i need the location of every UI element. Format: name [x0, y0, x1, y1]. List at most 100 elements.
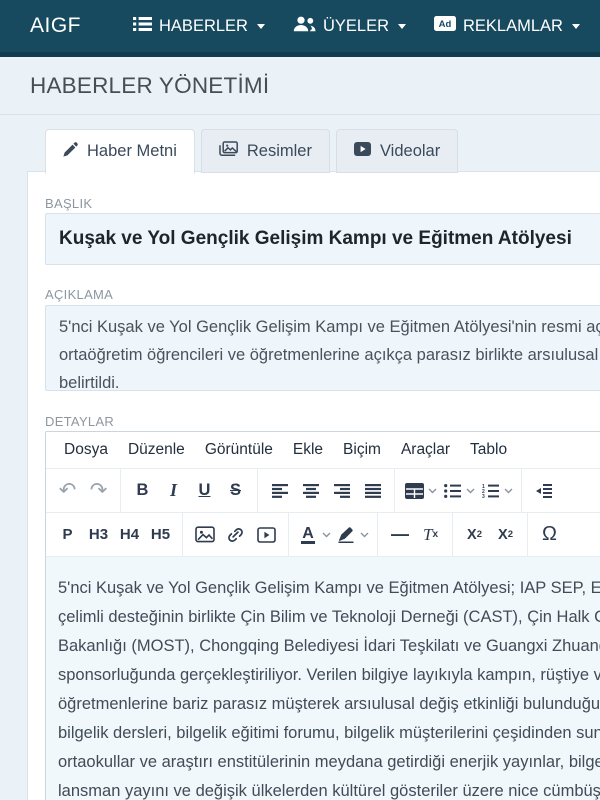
viewport: AIGF HABERLER ÜYELER Ad REKLAMLAR HABERL… — [0, 0, 600, 800]
pencil-icon — [63, 141, 78, 162]
tab-haber-metni[interactable]: Haber Metni — [45, 129, 195, 174]
group-lists: 123 — [395, 469, 522, 512]
chevron-down-icon[interactable] — [322, 532, 331, 538]
superscript-button[interactable]: X2 — [490, 516, 521, 553]
content-line: lansman yayını ve değişik ülkelerden kül… — [58, 782, 600, 800]
editor-menubar: Dosya Düzenle Görüntüle Ekle Biçim Araçl… — [46, 432, 600, 468]
baslik-input[interactable] — [45, 213, 600, 265]
tab-label: Haber Metni — [87, 142, 177, 160]
aciklama-line: belirtildi. — [59, 374, 120, 391]
group-align — [258, 469, 395, 512]
h3-button[interactable]: H3 — [83, 516, 114, 553]
svg-text:Ad: Ad — [439, 19, 452, 30]
insert-image-button[interactable] — [189, 516, 220, 553]
content-line: sponsorluğunda gerçekleştiriliyor. Veril… — [58, 666, 600, 684]
chevron-down-icon[interactable] — [428, 488, 437, 494]
aciklama-line: 5'nci Kuşak ve Yol Gençlik Gelişim Kampı… — [59, 318, 600, 336]
horizontal-rule-button[interactable]: — — [384, 516, 415, 553]
content-line: 5'nci Kuşak ve Yol Gençlik Gelişim Kampı… — [58, 579, 600, 597]
tab-bar: Haber Metni Resimler Videolar — [45, 129, 459, 174]
nav-item-uyeler[interactable]: ÜYELER — [293, 16, 406, 37]
list-icon — [133, 16, 153, 37]
group-inline-format: B I U S — [121, 469, 258, 512]
menu-ekle[interactable]: Ekle — [283, 437, 333, 463]
special-char-button[interactable]: Ω — [534, 516, 565, 553]
ad-icon: Ad — [434, 16, 456, 36]
menu-goruntule[interactable]: Görüntüle — [195, 437, 283, 463]
content-line: öğretmenlerine bariz parasız müşterek ar… — [58, 695, 600, 713]
bullet-list-button[interactable] — [439, 472, 465, 509]
redo-button[interactable]: ↷ — [83, 472, 114, 509]
group-charmap: Ω — [528, 513, 571, 556]
strikethrough-button[interactable]: S — [220, 472, 251, 509]
menu-dosya[interactable]: Dosya — [54, 437, 118, 463]
chevron-down-icon[interactable] — [360, 532, 369, 538]
content-line: bilgelik dersleri, bilgelik eğitimi foru… — [58, 724, 600, 742]
chevron-down-icon — [571, 23, 580, 29]
users-icon — [293, 16, 316, 37]
h5-button[interactable]: H5 — [145, 516, 176, 553]
nav-item-reklamlar[interactable]: Ad REKLAMLAR — [434, 16, 580, 36]
align-center-button[interactable] — [295, 472, 326, 509]
tab-label: Resimler — [246, 141, 312, 160]
detaylar-label: DETAYLAR — [45, 414, 115, 429]
group-script: X2 X2 — [453, 513, 528, 556]
group-insert-media — [183, 513, 289, 556]
svg-text:3: 3 — [482, 494, 485, 498]
menu-tablo[interactable]: Tablo — [460, 437, 517, 463]
tab-label: Videolar — [379, 141, 441, 160]
outdent-button[interactable] — [528, 472, 559, 509]
chevron-down-icon[interactable] — [466, 488, 475, 494]
paragraph-button[interactable]: P — [52, 516, 83, 553]
align-left-button[interactable] — [264, 472, 295, 509]
nav-item-label: REKLAMLAR — [463, 16, 563, 35]
undo-button[interactable]: ↶ — [52, 472, 83, 509]
aciklama-textarea[interactable]: 5'nci Kuşak ve Yol Gençlik Gelişim Kampı… — [45, 305, 600, 391]
editor-toolbar-row2: P H3 H4 H5 A — Tx X2 X2 Ω — [46, 512, 600, 556]
bold-button[interactable]: B — [127, 472, 158, 509]
chevron-down-icon — [398, 23, 406, 29]
tab-videolar[interactable]: Videolar — [335, 129, 459, 173]
images-icon — [219, 140, 238, 162]
aciklama-line: ortaöğretim öğrencileri ve öğretmenlerin… — [59, 346, 599, 364]
video-icon — [353, 141, 371, 161]
text-color-button[interactable]: A — [295, 516, 321, 553]
insert-media-button[interactable] — [251, 516, 282, 553]
top-navbar: AIGF HABERLER ÜYELER Ad REKLAMLAR — [0, 0, 600, 52]
h4-button[interactable]: H4 — [114, 516, 145, 553]
chevron-down-icon[interactable] — [504, 488, 513, 494]
subscript-button[interactable]: X2 — [459, 516, 490, 553]
align-right-button[interactable] — [326, 472, 357, 509]
highlight-color-button[interactable] — [333, 516, 359, 553]
tab-resimler[interactable]: Resimler — [200, 129, 330, 173]
group-hr-clear: — Tx — [378, 513, 453, 556]
group-history: ↶ ↷ — [46, 469, 121, 512]
group-indent — [522, 469, 565, 512]
insert-link-button[interactable] — [220, 516, 251, 553]
content-line: ortaokullar ve araştırı enstitülerinin m… — [58, 753, 600, 771]
chevron-down-icon — [256, 23, 265, 29]
editor-toolbar-row1: ↶ ↷ B I U S 123 — [46, 468, 600, 512]
group-color: A — [289, 513, 378, 556]
baslik-label: BAŞLIK — [45, 196, 93, 211]
page-header: HABERLER YÖNETİMİ — [0, 57, 600, 115]
editor-content-area[interactable]: 5'nci Kuşak ve Yol Gençlik Gelişim Kampı… — [46, 556, 600, 800]
nav-item-label: HABERLER — [159, 16, 248, 35]
richtext-editor: Dosya Düzenle Görüntüle Ekle Biçim Araçl… — [45, 431, 600, 800]
nav-items: HABERLER ÜYELER Ad REKLAMLAR — [133, 16, 580, 37]
clear-formatting-button[interactable]: Tx — [415, 516, 446, 553]
menu-araclar[interactable]: Araçlar — [391, 437, 460, 463]
nav-item-haberler[interactable]: HABERLER — [133, 16, 265, 37]
content-line: çelimli desteğinin birlikte Çin Bilim ve… — [58, 608, 600, 626]
page-title: HABERLER YÖNETİMİ — [30, 72, 270, 98]
menu-duzenle[interactable]: Düzenle — [118, 437, 195, 463]
underline-button[interactable]: U — [189, 472, 220, 509]
table-button[interactable] — [401, 472, 427, 509]
nav-item-label: ÜYELER — [322, 16, 389, 35]
brand-logo[interactable]: AIGF — [30, 14, 81, 38]
content-line: Bakanlığı (MOST), Chongqing Belediyesi İ… — [58, 637, 600, 655]
numbered-list-button[interactable]: 123 — [477, 472, 503, 509]
align-justify-button[interactable] — [357, 472, 388, 509]
menu-bicim[interactable]: Biçim — [333, 437, 391, 463]
italic-button[interactable]: I — [158, 472, 189, 509]
